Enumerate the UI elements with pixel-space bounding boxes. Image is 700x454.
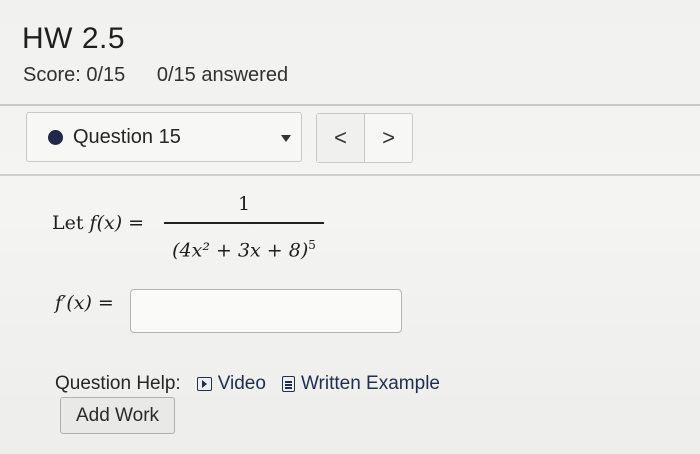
page-title: HW 2.5	[22, 22, 126, 55]
question-select[interactable]: Question 15	[26, 112, 302, 162]
video-link[interactable]: Video	[196, 373, 266, 395]
answer-input[interactable]	[130, 289, 402, 333]
denominator-base: (4x² + 3x + 8)	[172, 238, 309, 261]
fraction: 1 (4x² + 3x + 8)5	[164, 190, 324, 261]
add-work-button[interactable]: Add Work	[60, 397, 175, 434]
previous-question-button[interactable]: <	[317, 114, 365, 162]
play-icon	[196, 377, 212, 391]
question-help-row: Question Help: Video Written Example	[55, 373, 456, 395]
divider-top	[0, 104, 700, 106]
question-help-label: Question Help:	[55, 373, 181, 394]
answered-text: 0/15 answered	[156, 64, 289, 86]
function-name: f(x) =	[89, 212, 145, 234]
function-definition-label: Let f(x) =	[52, 212, 144, 234]
fraction-denominator: (4x² + 3x + 8)5	[164, 230, 324, 261]
dropdown-caret-icon	[281, 135, 291, 142]
document-icon	[281, 376, 295, 392]
score-text: Score: 0/15	[23, 64, 126, 86]
video-link-label: Video	[217, 373, 266, 394]
question-nav-group: < >	[316, 113, 413, 163]
derivative-label: f′(x) =	[55, 292, 114, 314]
divider-bottom	[0, 174, 700, 176]
question-select-label: Question 15	[73, 126, 181, 148]
question-status-dot	[48, 130, 63, 145]
fraction-numerator: 1	[237, 193, 251, 215]
fraction-bar	[164, 222, 324, 224]
written-example-link[interactable]: Written Example	[281, 373, 440, 395]
problem-statement: Let f(x) = 1 (4x² + 3x + 8)5	[52, 190, 452, 270]
next-question-button[interactable]: >	[365, 114, 412, 162]
written-example-label: Written Example	[300, 373, 440, 394]
denominator-exponent: 5	[308, 237, 316, 252]
let-text: Let	[52, 212, 84, 234]
score-line: Score: 0/15 0/15 answered	[23, 64, 314, 87]
